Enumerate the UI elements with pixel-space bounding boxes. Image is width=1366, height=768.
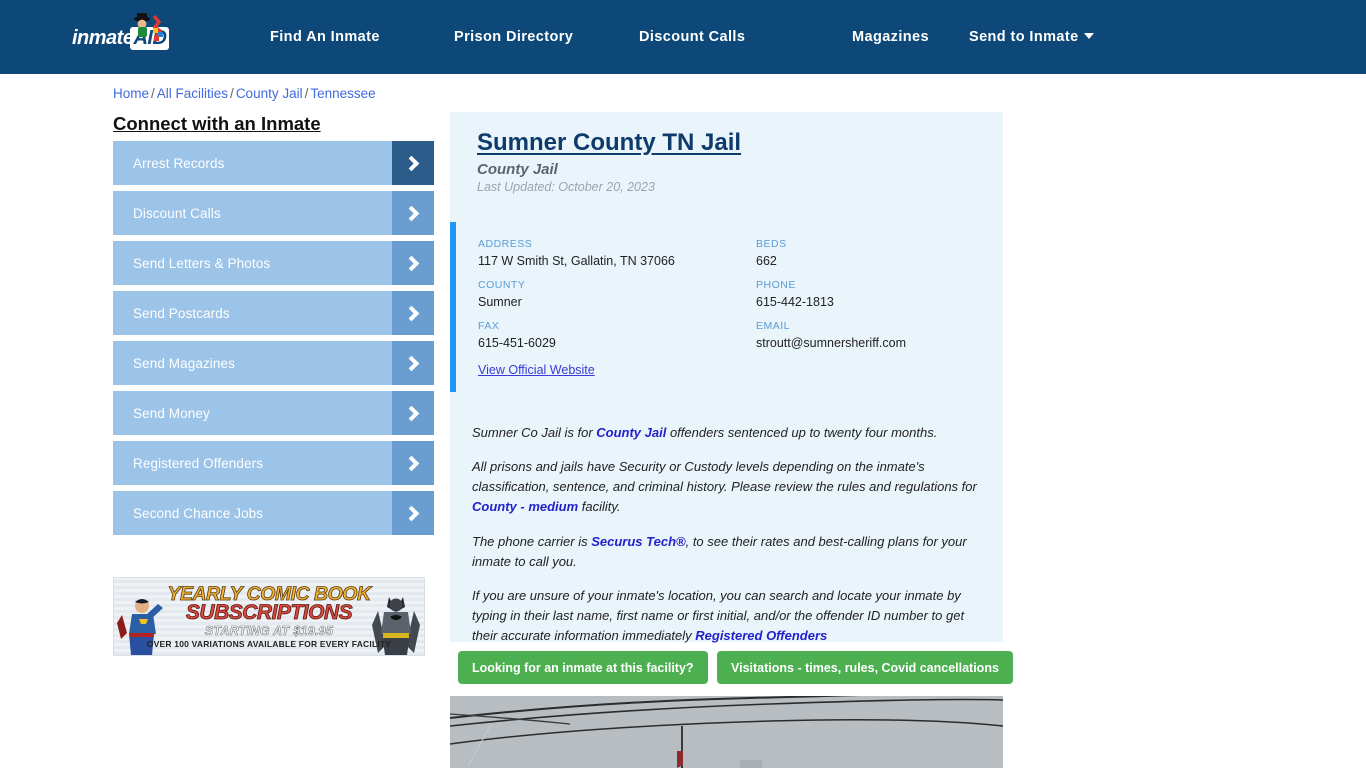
sidebar-item-label: Send Letters & Photos <box>133 255 271 271</box>
info-field-county: COUNTY Sumner <box>478 279 525 309</box>
sidebar-item-second-chance-jobs[interactable]: Second Chance Jobs <box>113 491 434 535</box>
sidebar-item-label: Registered Offenders <box>133 455 264 471</box>
info-field-value: Sumner <box>478 295 522 309</box>
breadcrumb-separator: / <box>151 86 155 101</box>
nav-item-discount-calls[interactable]: Discount Calls <box>639 29 745 45</box>
info-field-fax: FAX 615-451-6029 <box>478 320 556 350</box>
info-field-value: stroutt@sumnersheriff.com <box>756 336 907 350</box>
sidebar-item-send-money[interactable]: Send Money <box>113 391 434 435</box>
description-paragraph-4: If you are unsure of your inmate's locat… <box>472 587 965 644</box>
link-securus-tech[interactable]: Securus Tech® <box>591 534 685 549</box>
site-logo[interactable]: inmateAID <box>72 13 190 58</box>
chevron-right-icon <box>392 241 434 285</box>
ad-subtext-line: OVER 100 VARIATIONS AVAILABLE FOR EVERY … <box>146 639 392 649</box>
view-official-website-link[interactable]: View Official Website <box>478 363 595 377</box>
nav-item-prison-directory[interactable]: Prison Directory <box>454 29 573 45</box>
ad-price-line: STARTING AT $19.95 <box>204 624 334 639</box>
breadcrumb-separator: / <box>230 86 234 101</box>
facility-description: Sumner Co Jail is for County Jail offend… <box>472 423 987 660</box>
sidebar-item-label: Send Postcards <box>133 305 230 321</box>
sidebar-item-arrest-records[interactable]: Arrest Records <box>113 141 434 185</box>
info-field-value: 662 <box>756 254 777 268</box>
top-navigation-bar: inmateAID Find An Inmate Prison Director… <box>0 0 1366 74</box>
sidebar-item-registered-offenders[interactable]: Registered Offenders <box>113 441 434 485</box>
page-title: Sumner County TN Jail <box>477 129 742 156</box>
info-field-label: PHONE <box>756 279 796 291</box>
breadcrumb-item-home[interactable]: Home <box>113 86 149 101</box>
sidebar-item-send-postcards[interactable]: Send Postcards <box>113 291 434 335</box>
sidebar-menu: Arrest Records Discount Calls Send Lette… <box>113 141 434 541</box>
info-field-value: 615-442-1813 <box>756 295 834 309</box>
nav-item-magazines[interactable]: Magazines <box>852 29 929 45</box>
breadcrumb-separator: / <box>304 86 309 101</box>
breadcrumb-item-tennessee[interactable]: Tennessee <box>310 86 375 101</box>
facility-type-subtitle: County Jail <box>477 161 558 178</box>
nav-item-send-to-inmate[interactable]: Send to Inmate <box>969 29 1094 45</box>
chevron-right-icon <box>392 141 434 185</box>
info-field-label: FAX <box>478 320 500 332</box>
info-field-value: 615-451-6029 <box>478 336 556 350</box>
description-paragraph-1: Sumner Co Jail is for County Jail offend… <box>472 425 938 440</box>
chevron-right-icon <box>392 491 434 535</box>
info-field-label: BEDS <box>756 238 787 250</box>
facility-photo-content <box>450 696 1003 768</box>
sidebar-item-label: Second Chance Jobs <box>133 505 264 521</box>
sidebar-item-discount-calls[interactable]: Discount Calls <box>113 191 434 235</box>
link-county-jail[interactable]: County Jail <box>596 425 666 440</box>
sidebar-title: Connect with an Inmate <box>113 113 321 134</box>
info-field-label: ADDRESS <box>478 238 533 250</box>
link-registered-offenders[interactable]: Registered Offenders <box>695 628 827 643</box>
last-updated-text: Last Updated: October 20, 2023 <box>477 180 655 194</box>
chevron-right-icon <box>392 391 434 435</box>
info-field-value: 117 W Smith St, Gallatin, TN 37066 <box>478 254 675 268</box>
info-field-address: ADDRESS 117 W Smith St, Gallatin, TN 370… <box>478 238 675 268</box>
link-county-medium[interactable]: County - medium <box>472 499 578 514</box>
breadcrumb-item-all-facilities[interactable]: All Facilities <box>157 86 228 101</box>
info-field-label: COUNTY <box>478 279 526 291</box>
sidebar-item-label: Arrest Records <box>133 155 225 171</box>
comic-book-subscription-ad[interactable]: YEARLY COMIC BOOK SUBSCRIPTIONS STARTING… <box>113 577 425 656</box>
chevron-right-icon <box>392 341 434 385</box>
nav-item-find-an-inmate[interactable]: Find An Inmate <box>270 29 380 45</box>
sidebar-item-send-letters-photos[interactable]: Send Letters & Photos <box>113 241 434 285</box>
sidebar-item-label: Send Magazines <box>133 355 235 371</box>
chevron-right-icon <box>392 291 434 335</box>
chevron-right-icon <box>392 191 434 235</box>
info-field-phone: PHONE 615-442-1813 <box>756 279 834 309</box>
chevron-down-icon <box>1083 33 1094 39</box>
description-paragraph-2: All prisons and jails have Security or C… <box>472 459 977 515</box>
breadcrumb-item-county-jail[interactable]: County Jail <box>236 86 303 101</box>
sidebar-item-label: Discount Calls <box>133 205 221 221</box>
chevron-right-icon <box>392 441 434 485</box>
info-field-label: EMAIL <box>756 320 791 332</box>
logo-mascot-icon <box>134 13 163 41</box>
sidebar-item-label: Send Money <box>133 405 210 421</box>
sidebar-item-send-magazines[interactable]: Send Magazines <box>113 341 434 385</box>
looking-for-inmate-button[interactable]: Looking for an inmate at this facility? <box>458 651 708 684</box>
description-paragraph-3: The phone carrier is Securus Tech®, to s… <box>472 533 967 569</box>
visitations-info-button[interactable]: Visitations - times, rules, Covid cancel… <box>717 651 1013 684</box>
info-field-email: EMAIL stroutt@sumnersheriff.com <box>756 320 906 350</box>
info-field-beds: BEDS 662 <box>756 238 787 268</box>
ad-headline-line2: SUBSCRIPTIONS <box>185 601 353 625</box>
facility-photo <box>450 696 1003 768</box>
breadcrumb: Home / All Facilities / County Jail / Tennesse… <box>113 86 376 101</box>
